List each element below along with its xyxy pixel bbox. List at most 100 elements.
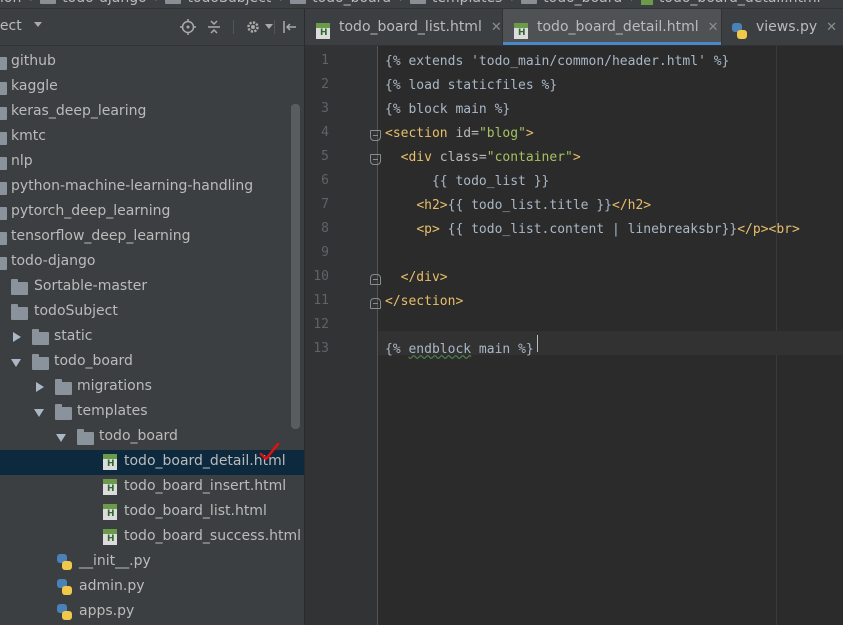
code-line[interactable]: {% load staticfiles %} bbox=[385, 74, 557, 98]
close-icon[interactable]: ✕ bbox=[708, 20, 719, 35]
tab-views-py[interactable]: views.py ✕ bbox=[722, 9, 843, 45]
expanded-arrow-icon[interactable] bbox=[56, 434, 66, 442]
tree-item-folder[interactable]: templates bbox=[0, 400, 304, 425]
code-line[interactable]: <div class="container"> bbox=[385, 146, 581, 170]
code-editor[interactable]: 1 2 3 4 5 6 7 8 9 10 11 12 13 {% extends 'todo_main/… bbox=[305, 46, 843, 625]
line-number: 6 bbox=[321, 173, 329, 188]
editor-tab-bar: todo_board_list.html✕todo_board_detail.h… bbox=[305, 9, 843, 46]
tree-item-html[interactable]: todo_board_success.html bbox=[0, 525, 304, 550]
code-token: </p><br> bbox=[737, 222, 800, 237]
html-file-icon bbox=[103, 504, 117, 520]
tree-item-folder[interactable]: Sortable-master bbox=[0, 275, 304, 300]
chevron-right-icon: › bbox=[155, 0, 160, 5]
breadcrumb-label: todo_board bbox=[543, 0, 622, 6]
tree-item-folder[interactable]: keras_deep_learing bbox=[0, 100, 304, 125]
code-token: > bbox=[525, 126, 534, 141]
code-line[interactable]: {% extends 'todo_main/common/header.html… bbox=[385, 50, 729, 74]
tree-item-folder[interactable]: todo-django bbox=[0, 250, 304, 275]
tree-item-html[interactable]: todo_board_list.html bbox=[0, 500, 304, 525]
tree-item-label: kaggle bbox=[11, 78, 58, 94]
collapsed-arrow-icon[interactable] bbox=[36, 382, 44, 392]
breadcrumb-item[interactable]: todoSubject bbox=[165, 0, 271, 6]
code-line[interactable]: <section id="blog"> bbox=[385, 122, 534, 146]
code-line[interactable]: </div> bbox=[385, 266, 448, 290]
fold-marker-icon[interactable] bbox=[370, 154, 381, 165]
tab-label: todo_board_detail.html bbox=[537, 19, 699, 35]
folder-icon bbox=[0, 107, 7, 120]
html-file-icon bbox=[640, 0, 653, 5]
code-line[interactable]: <h2>{{ todo_list.title }}</h2> bbox=[385, 194, 651, 218]
tree-item-py[interactable]: admin.py bbox=[0, 575, 304, 600]
close-icon[interactable]: ✕ bbox=[491, 20, 502, 35]
html-file-icon bbox=[103, 529, 117, 545]
tree-item-folder[interactable]: github bbox=[0, 50, 304, 75]
breadcrumb-label: todo_board bbox=[312, 0, 391, 6]
tree-item-folder[interactable]: kaggle bbox=[0, 75, 304, 100]
folder-icon bbox=[77, 429, 94, 445]
tree-item-py[interactable]: __init__.py bbox=[0, 550, 304, 575]
close-icon[interactable]: ✕ bbox=[826, 20, 837, 35]
code-token: id= bbox=[455, 126, 479, 141]
code-token: <section bbox=[385, 126, 456, 141]
chevron-right-icon: › bbox=[29, 0, 34, 5]
tree-item-folder[interactable]: pytorch_deep_learning bbox=[0, 200, 304, 225]
code-token: > bbox=[572, 150, 581, 165]
code-token: class= bbox=[439, 150, 487, 165]
code-line[interactable]: {% block main %} bbox=[385, 98, 510, 122]
tree-item-label: templates bbox=[77, 403, 148, 419]
line-number: 2 bbox=[321, 77, 329, 92]
tree-item-label: python-machine-learning-handling bbox=[11, 178, 254, 194]
code-line[interactable]: <p> {{ todo_list.content | linebreaksbr}… bbox=[385, 218, 800, 242]
code-token: {% block main %} bbox=[385, 102, 511, 117]
chevron-down-icon[interactable] bbox=[34, 22, 42, 27]
tree-item-label: kmtc bbox=[11, 128, 46, 144]
breadcrumb-label: templates bbox=[432, 0, 503, 6]
project-panel-title[interactable]: ject bbox=[0, 18, 22, 34]
html-file-icon bbox=[103, 479, 117, 495]
tree-item-label: migrations bbox=[77, 378, 152, 394]
folder-icon bbox=[0, 132, 7, 145]
tree-item-py[interactable]: apps.py bbox=[0, 600, 304, 625]
tree-item-label: pytorch_deep_learning bbox=[11, 203, 171, 219]
tree-item-folder[interactable]: migrations bbox=[0, 375, 304, 400]
tree-item-folder[interactable]: python-machine-learning-handling bbox=[0, 175, 304, 200]
unfold-marker-icon[interactable] bbox=[370, 274, 381, 285]
tree-item-folder[interactable]: nlp bbox=[0, 150, 304, 175]
tree-item-label: todo_board bbox=[99, 428, 178, 444]
collapsed-arrow-icon[interactable] bbox=[13, 332, 21, 342]
expanded-arrow-icon[interactable] bbox=[34, 409, 44, 417]
code-line[interactable]: </section> bbox=[385, 290, 463, 314]
breadcrumb-item[interactable]: templates bbox=[409, 0, 503, 6]
breadcrumb-item[interactable]: todo_board bbox=[290, 0, 391, 6]
tab-todo-board-list-html[interactable]: todo_board_list.html ✕ bbox=[305, 9, 502, 45]
breadcrumb-label: todoSubject bbox=[187, 0, 271, 6]
tree-item-folder[interactable]: kmtc bbox=[0, 125, 304, 150]
tree-item-folder[interactable]: todoSubject bbox=[0, 300, 304, 325]
breadcrumb-item[interactable]: todo_board_detail.html bbox=[640, 0, 821, 6]
tree-item-folder[interactable]: tensorflow_deep_learning bbox=[0, 225, 304, 250]
breadcrumb-item[interactable]: ion bbox=[0, 0, 21, 6]
expanded-arrow-icon[interactable] bbox=[11, 359, 21, 367]
fold-marker-icon[interactable] bbox=[370, 130, 381, 141]
tree-item-label: todoSubject bbox=[34, 303, 118, 319]
tree-item-html[interactable]: todo_board_insert.html bbox=[0, 475, 304, 500]
tree-item-folder[interactable]: static bbox=[0, 325, 304, 350]
locate-file-icon[interactable] bbox=[178, 17, 198, 37]
code-line[interactable]: {% endblock main %} bbox=[385, 338, 534, 362]
navigation-breadcrumb: ion › todo-django › todoSubject › todo_board › t… bbox=[0, 0, 843, 9]
gear-dropdown-icon[interactable] bbox=[259, 17, 279, 37]
hide-panel-icon[interactable] bbox=[279, 17, 299, 37]
breadcrumb-item[interactable]: todo-django bbox=[40, 0, 147, 6]
code-line[interactable]: {{ todo_list }} bbox=[385, 170, 549, 194]
tab-todo-board-detail-html[interactable]: todo_board_detail.html ✕ bbox=[503, 9, 721, 45]
tree-item-folder[interactable]: todo_board bbox=[0, 350, 304, 375]
line-number: 11 bbox=[313, 293, 329, 308]
breadcrumb-item[interactable]: todo_board bbox=[521, 0, 622, 6]
folder-icon bbox=[55, 404, 72, 420]
folder-icon bbox=[409, 0, 426, 4]
unfold-marker-icon[interactable] bbox=[370, 298, 381, 309]
code-token: </h2> bbox=[612, 198, 652, 213]
collapse-all-icon[interactable] bbox=[204, 17, 224, 37]
